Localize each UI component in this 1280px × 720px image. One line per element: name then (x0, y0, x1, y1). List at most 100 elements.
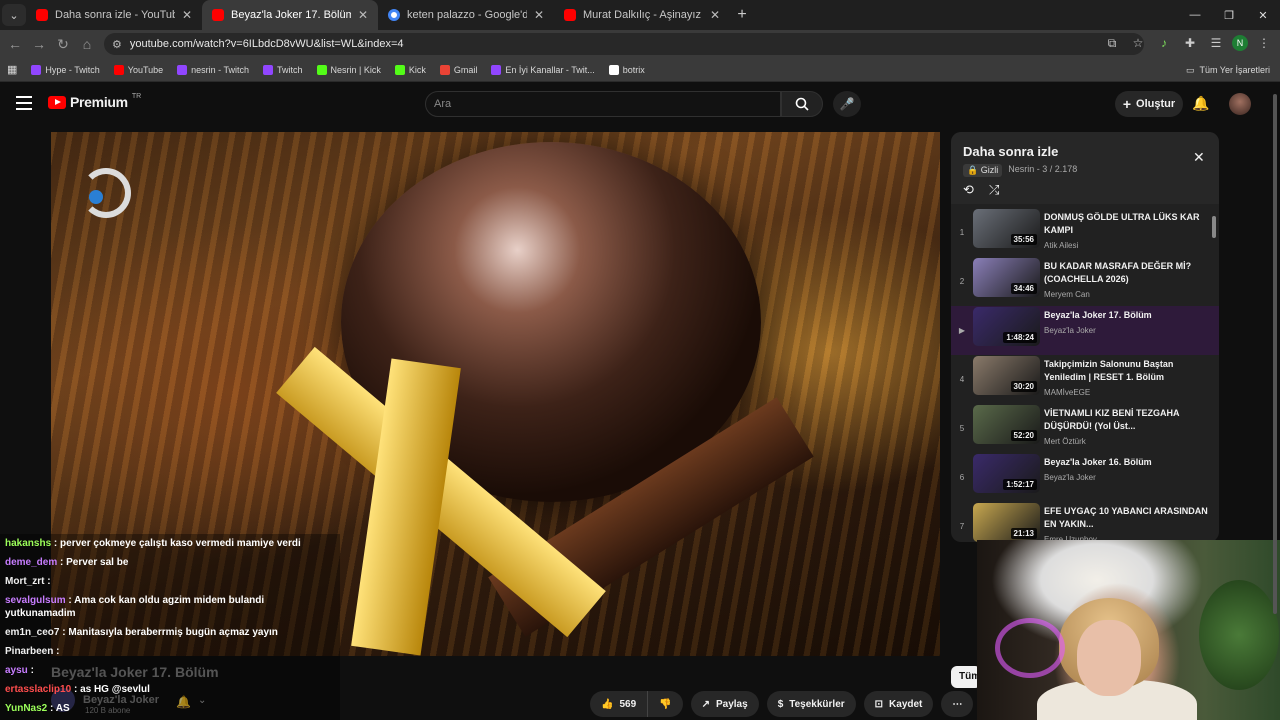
bookmark-star-icon[interactable]: ☆ (1128, 33, 1148, 53)
playlist-item[interactable]: 4 30:20 Takipçimizin Salonunu Baştan Yenil… (951, 355, 1219, 404)
chat-message: em1n_ceo7 : Manitasıyla beraberrmiş bugü… (0, 623, 340, 642)
reading-list-icon[interactable]: ☰ (1206, 33, 1226, 53)
playlist-item-title: EFE UYGAÇ 10 YABANCI ARASINDAN EN YAKIN.… (1044, 506, 1208, 529)
playlist-item[interactable]: 1 35:56 DONMUŞ GÖLDE ULTRA LÜKS KAR KAMPI A… (951, 208, 1219, 257)
menu-icon[interactable] (16, 96, 32, 110)
browser-tab[interactable]: keten palazzo - Google'da Ara ✕ (378, 0, 554, 30)
bookmark-favicon-icon (177, 64, 188, 75)
shuffle-icon[interactable]: ⤮ (989, 182, 999, 198)
bookmark-item[interactable]: nesrin - Twitch (170, 64, 256, 75)
url-text: youtube.com/watch?v=6ILbdcD8vWU&list=WL&… (129, 38, 404, 50)
browser-menu-icon[interactable]: ⋮ (1254, 33, 1274, 53)
chat-username[interactable]: sevalgulsum (5, 595, 66, 606)
minimize-icon[interactable]: — (1178, 0, 1212, 30)
playlist-item[interactable]: 5 52:20 VİETNAMLI KIZ BENİ TEZGAHA DÜŞÜRDÜ… (951, 404, 1219, 453)
like-button[interactable]: 👍 569 (590, 691, 648, 717)
thanks-button[interactable]: $ Teşekkürler (766, 691, 856, 717)
apps-grid-icon[interactable]: ▦ (0, 63, 24, 76)
notifications-bell-icon[interactable]: 🔔 (1192, 95, 1209, 112)
playlist-title[interactable]: Daha sonra izle (963, 144, 1058, 159)
search-icon (795, 97, 809, 111)
bookmark-favicon-icon (491, 64, 502, 75)
youtube-premium-logo[interactable]: Premium TR (48, 93, 141, 110)
all-bookmarks-folder[interactable]: ▭ Tüm Yer İşaretleri (1186, 58, 1270, 82)
bookmark-item[interactable]: Hype - Twitch (24, 64, 106, 75)
audio-icon[interactable]: ♪ (1154, 33, 1174, 53)
extensions-icon[interactable]: ✚ (1180, 33, 1200, 53)
video-duration: 1:52:17 (1003, 479, 1037, 490)
chat-username[interactable]: deme_dem (5, 557, 57, 568)
chat-username[interactable]: hakanshs (5, 538, 51, 549)
chat-username[interactable]: aysu (5, 665, 28, 676)
maximize-icon[interactable]: ❐ (1212, 0, 1246, 30)
bookmark-label: Kick (408, 64, 426, 75)
new-tab-icon[interactable]: + (730, 6, 754, 24)
playlist-item-title: Beyaz'la Joker 16. Bölüm (1044, 457, 1152, 467)
bookmark-label: nesrin - Twitch (191, 64, 249, 75)
create-button[interactable]: + Oluştur (1115, 91, 1183, 117)
close-tab-icon[interactable]: ✕ (710, 8, 720, 22)
site-info-icon[interactable]: ⚙ (112, 38, 122, 51)
close-window-icon[interactable]: ✕ (1246, 0, 1280, 30)
install-app-icon[interactable]: ⧉ (1102, 33, 1122, 53)
playlist-item-thumbnail: 34:46 (973, 258, 1040, 297)
close-tab-icon[interactable]: ✕ (182, 8, 192, 22)
browser-tab[interactable]: Murat Dalkılıç - Aşinayız ft. Oğu ✕ (554, 0, 730, 30)
tab-search-icon[interactable]: ⌄ (2, 4, 26, 26)
chat-username[interactable]: ertasslaclip10 (5, 684, 71, 695)
bookmark-item[interactable]: Gmail (433, 64, 485, 75)
playlist-item-index: 2 (959, 277, 965, 286)
bookmark-item[interactable]: En İyi Kanallar - Twit... (484, 64, 601, 75)
bookmark-item[interactable]: YouTube (107, 64, 170, 75)
forward-icon[interactable]: → (27, 36, 51, 52)
chat-username[interactable]: Pinarbeen (5, 646, 53, 657)
search-button[interactable] (781, 91, 823, 117)
chat-message: hakanshs : perver çokmeye çalıştı kaso v… (0, 534, 340, 553)
chat-username[interactable]: Mort_zrt (5, 576, 44, 587)
voice-search-icon[interactable]: 🎤 (833, 91, 861, 117)
logo-word: Premium (70, 94, 128, 110)
thumbs-down-icon: 👎 (659, 698, 672, 710)
webcam-overlay (977, 540, 1280, 720)
bookmark-item[interactable]: botrix (602, 64, 652, 75)
bookmark-item[interactable]: Twitch (256, 64, 310, 75)
bookmark-favicon-icon (113, 64, 124, 75)
url-field[interactable]: ⚙ youtube.com/watch?v=6ILbdcD8vWU&list=W… (104, 33, 1144, 55)
chat-separator: : (51, 538, 61, 549)
reload-icon[interactable]: ↻ (51, 36, 75, 53)
playlist-item[interactable]: 2 34:46 BU KADAR MASRAFA DEĞER Mİ? (COACHE… (951, 257, 1219, 306)
more-actions-button[interactable]: ⋯ (941, 691, 974, 717)
chat-username[interactable]: em1n_ceo7 (5, 627, 59, 638)
playlist-item[interactable]: 6 1:52:17 Beyaz'la Joker 16. Bölüm Beyaz'la… (951, 453, 1219, 502)
chat-separator: : (71, 684, 81, 695)
page-scrollbar[interactable] (1272, 88, 1278, 720)
dislike-button[interactable]: 👎 (647, 691, 683, 717)
close-tab-icon[interactable]: ✕ (358, 8, 368, 22)
bookmark-label: Twitch (277, 64, 303, 75)
create-label: Oluştur (1136, 98, 1176, 110)
bookmark-item[interactable]: Kick (388, 64, 433, 75)
loop-icon[interactable]: ⟲ (963, 182, 974, 198)
thanks-icon: $ (777, 698, 784, 710)
bookmark-item[interactable]: Nesrin | Kick (310, 64, 388, 75)
search-input[interactable]: Ara (425, 91, 781, 117)
browser-tab[interactable]: Beyaz'la Joker 17. Bölüm - YouT ✕ (202, 0, 378, 30)
webcam-face (1077, 620, 1141, 696)
home-icon[interactable]: ⌂ (75, 36, 99, 52)
playlist-item[interactable]: ▶ 1:48:24 Beyaz'la Joker 17. Bölüm Beyaz'la… (951, 306, 1219, 355)
chat-username[interactable]: YunNas2 (5, 703, 47, 714)
playlist-scrollbar[interactable] (1212, 216, 1216, 238)
bookmark-label: botrix (622, 64, 645, 75)
browser-tab[interactable]: Daha sonra izle - YouTube ✕ (26, 0, 202, 30)
chat-separator: : (27, 665, 34, 676)
close-icon[interactable]: ✕ (1193, 149, 1205, 166)
back-icon[interactable]: ← (3, 36, 27, 52)
share-button[interactable]: ↗ Paylaş (690, 691, 759, 717)
save-button[interactable]: ⊡ Kaydet (863, 691, 934, 717)
account-avatar[interactable] (1229, 93, 1251, 115)
playlist-item-channel: MAMİveEGE (1044, 388, 1091, 397)
playlist-item-channel: Beyaz'la Joker (1044, 473, 1096, 482)
close-tab-icon[interactable]: ✕ (534, 8, 544, 22)
profile-avatar[interactable]: N (1232, 35, 1248, 51)
playlist-item[interactable]: 7 21:13 EFE UYGAÇ 10 YABANCI ARASINDAN EN … (951, 502, 1219, 542)
